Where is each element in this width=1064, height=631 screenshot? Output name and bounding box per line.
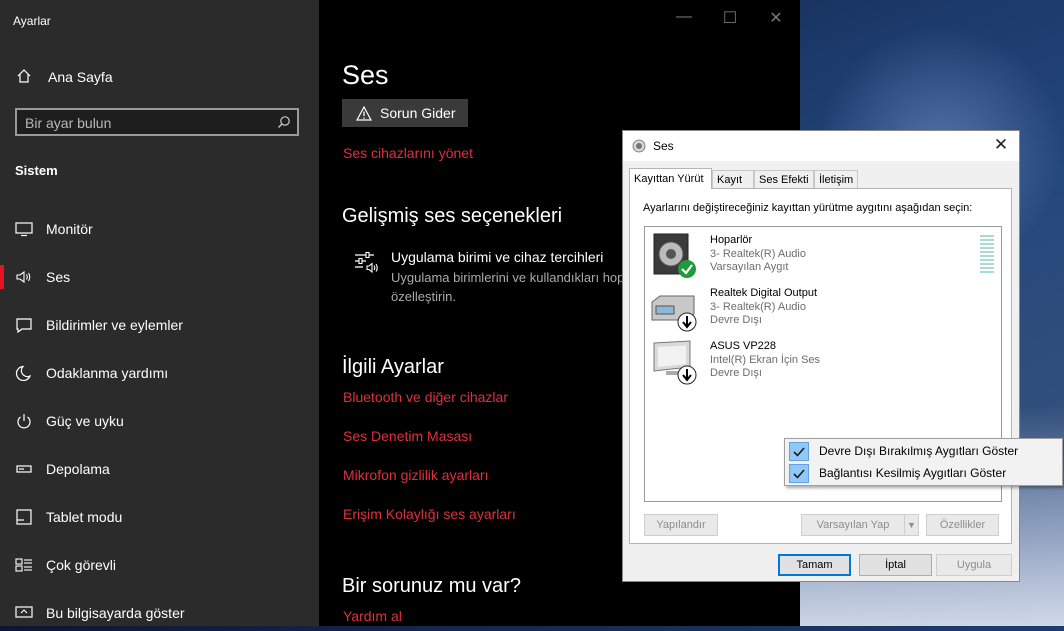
nav-item-label: Odaklanma yardımı: [46, 365, 169, 381]
tab-recording[interactable]: Kayıt: [712, 170, 754, 188]
device-name: Realtek Digital Output: [710, 287, 817, 299]
device-list-context-menu: Devre Dışı Bırakılmış Aygıtları Göster B…: [784, 438, 1063, 486]
device-asus-monitor[interactable]: ASUS VP228 Intel(R) Ekran İçin Ses Devre…: [650, 337, 990, 387]
speaker-icon: [16, 270, 31, 284]
nav-item-notifications[interactable]: Bildirimler ve eylemler: [0, 307, 319, 343]
tablet-icon: [16, 509, 32, 525]
nav-item-sound[interactable]: Ses: [0, 259, 319, 295]
dialog-title: Ses: [653, 139, 674, 153]
settings-search-box[interactable]: [15, 108, 299, 136]
apply-button[interactable]: Uygula: [936, 554, 1012, 576]
ok-button[interactable]: Tamam: [778, 554, 851, 576]
nav-item-power-sleep[interactable]: Güç ve uyku: [0, 403, 319, 439]
digital-output-device-icon: [651, 295, 697, 332]
page-title: Ses: [342, 60, 389, 90]
storage-icon: [16, 465, 32, 473]
moon-icon: [15, 365, 32, 381]
settings-search-input[interactable]: [25, 114, 265, 132]
multitask-icon: [15, 558, 32, 572]
troubleshoot-label: Sorun Gider: [380, 105, 456, 121]
device-status: Devre Dışı: [710, 367, 762, 379]
bluetooth-devices-link[interactable]: Bluetooth ve diğer cihazlar: [343, 389, 508, 405]
app-volume-device-preferences[interactable]: Uygulama birimi ve cihaz tercihleri Uygu…: [354, 248, 654, 308]
volume-level-meter: [980, 235, 994, 275]
tab-communications[interactable]: İletişim: [814, 170, 858, 188]
warning-icon: [356, 105, 372, 121]
sound-app-icon: [632, 139, 646, 153]
nav-item-label: Tablet modu: [46, 509, 123, 525]
nav-item-tablet-mode[interactable]: Tablet modu: [0, 499, 319, 535]
close-button[interactable]: ✕: [761, 8, 791, 28]
nav-home-label: Ana Sayfa: [48, 69, 113, 85]
checkmark-icon: [789, 442, 809, 461]
nav-item-label: Çok görevli: [46, 557, 117, 573]
nav-item-label: Depolama: [46, 461, 110, 477]
get-help-link[interactable]: Yardım al: [343, 608, 402, 624]
settings-sidebar: Ayarlar Ana Sayfa Sistem Monitör Ses Bil…: [0, 0, 319, 626]
device-status: Devre Dışı: [710, 314, 762, 326]
nav-item-label: Bildirimler ve eylemler: [46, 317, 183, 333]
troubleshoot-button[interactable]: Sorun Gider: [342, 99, 468, 127]
device-name: Hoparlör: [710, 234, 753, 246]
ease-of-access-sound-link[interactable]: Erişim Kolaylığı ses ayarları: [343, 506, 516, 522]
checkmark-icon: [789, 464, 809, 483]
nav-item-label: Bu bilgisayarda göster: [46, 605, 185, 621]
device-driver: 3- Realtek(R) Audio: [710, 248, 806, 260]
playback-instruction: Ayarlarını değiştireceğiniz kayıttan yür…: [643, 202, 973, 214]
nav-item-label: Monitör: [46, 221, 93, 237]
configure-button[interactable]: Yapılandır: [644, 514, 718, 536]
nav-item-label: Güç ve uyku: [46, 413, 124, 429]
project-icon: [15, 606, 33, 618]
advanced-heading: Gelişmiş ses seçenekleri: [342, 205, 563, 227]
tab-playback[interactable]: Kayıttan Yürüt: [629, 168, 712, 189]
nav-item-multitasking[interactable]: Çok görevli: [0, 547, 319, 583]
playback-panel: Ayarlarını değiştireceğiniz kayıttan yür…: [629, 188, 1012, 544]
power-icon: [17, 414, 31, 429]
nav-item-monitor[interactable]: Monitör: [0, 211, 319, 247]
show-disabled-devices-menu-item[interactable]: Devre Dışı Bırakılmış Aygıtları Göster: [787, 441, 1060, 462]
nav-item-label: Ses: [46, 269, 71, 285]
dialog-title-bar: Ses ✕: [623, 131, 1019, 161]
device-driver: 3- Realtek(R) Audio: [710, 301, 806, 313]
nav-item-focus-assist[interactable]: Odaklanma yardımı: [0, 355, 319, 391]
mixer-icon: [355, 251, 378, 274]
device-driver: Intel(R) Ekran İçin Ses: [710, 354, 821, 366]
monitor-device-icon: [653, 340, 697, 385]
device-name: ASUS VP228: [710, 340, 777, 352]
dialog-close-button[interactable]: ✕: [991, 135, 1011, 155]
device-status: Varsayılan Aygıt: [710, 261, 789, 273]
properties-button[interactable]: Özellikler: [926, 514, 999, 536]
menu-item-label: Bağlantısı Kesilmiş Aygıtları Göster: [819, 466, 1007, 480]
device-speaker[interactable]: Hoparlör 3- Realtek(R) Audio Varsayılan …: [650, 231, 994, 281]
minimize-button[interactable]: —: [669, 8, 699, 28]
related-settings-heading: İlgili Ayarlar: [342, 356, 444, 378]
monitor-icon: [15, 222, 33, 237]
device-digital-output[interactable]: Realtek Digital Output 3- Realtek(R) Aud…: [650, 284, 990, 334]
set-default-button[interactable]: Varsayılan Yap: [801, 514, 905, 536]
sound-dialog: Ses ✕ Kayıttan Yürüt Kayıt Ses Efekti İl…: [622, 130, 1020, 582]
question-heading: Bir sorunuz mu var?: [342, 575, 521, 597]
app-title: Ayarlar: [13, 14, 51, 28]
notification-icon: [16, 318, 32, 333]
manage-sound-devices-link[interactable]: Ses cihazlarını yönet: [343, 145, 473, 161]
search-icon[interactable]: [277, 115, 291, 129]
app-volume-description: Uygulama birimlerini ve kullandıkları ho…: [391, 270, 625, 304]
cancel-button[interactable]: İptal: [859, 554, 932, 576]
microphone-privacy-link[interactable]: Mikrofon gizlilik ayarları: [343, 467, 488, 483]
app-volume-title: Uygulama birimi ve cihaz tercihleri: [391, 249, 604, 265]
menu-item-label: Devre Dışı Bırakılmış Aygıtları Göster: [819, 444, 1019, 458]
show-disconnected-devices-menu-item[interactable]: Bağlantısı Kesilmiş Aygıtları Göster: [787, 463, 1060, 484]
tab-sound-effects[interactable]: Ses Efekti: [754, 170, 814, 188]
set-default-dropdown-arrow[interactable]: ▼: [904, 514, 919, 536]
maximize-button[interactable]: ☐: [715, 8, 745, 28]
nav-home[interactable]: Ana Sayfa: [0, 64, 319, 90]
home-icon: [17, 69, 31, 83]
sound-control-panel-link[interactable]: Ses Denetim Masası: [343, 428, 472, 444]
speaker-device-icon: [653, 233, 696, 278]
nav-item-storage[interactable]: Depolama: [0, 451, 319, 487]
section-label-system: Sistem: [15, 163, 58, 178]
